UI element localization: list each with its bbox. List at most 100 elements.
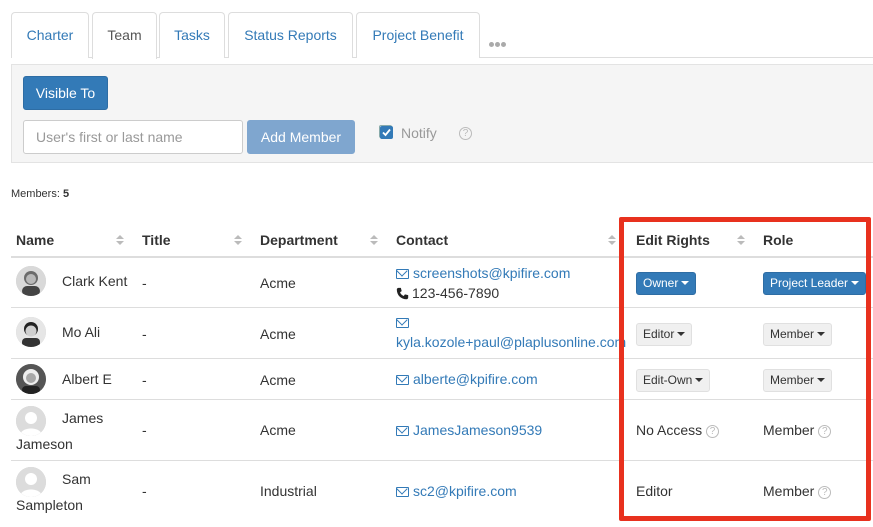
edit-rights-value: Edit-Own (643, 373, 693, 387)
sort-icon[interactable] (116, 235, 124, 245)
header-label: Contact (396, 232, 449, 248)
member-name-last: Jameson (16, 436, 73, 452)
email-text: sc2@kpifire.com (413, 483, 517, 499)
email-text: JamesJameson9539 (413, 422, 543, 438)
edit-rights-value: No Access ? (636, 422, 720, 438)
header-label: Name (16, 232, 55, 248)
phone-text: 123-456-7890 (412, 285, 500, 301)
header-label: Role (763, 232, 794, 248)
caret-down-icon (681, 281, 690, 285)
avatar (16, 266, 46, 296)
caret-down-icon (817, 378, 826, 382)
sort-icon[interactable] (737, 235, 745, 245)
role-dropdown[interactable]: Member (763, 323, 833, 346)
tab-bar: Charter Team Tasks Status Reports Projec… (11, 12, 873, 59)
edit-rights-dropdown[interactable]: Owner (636, 272, 697, 295)
header-label: Title (142, 232, 171, 248)
member-title: - (142, 483, 147, 499)
email-text: alberte@kpifire.com (413, 371, 538, 387)
table-row: Albert E - Acme alberte@kpifire.com Edit… (11, 359, 873, 400)
tab-charter[interactable]: Charter (11, 12, 89, 58)
tab-team[interactable]: Team (92, 12, 157, 59)
envelope-icon (396, 375, 409, 385)
members-count: Members: 5 (11, 188, 69, 200)
table-row: James Jameson - Acme JamesJameson9539 No… (11, 400, 873, 461)
tab-status-reports[interactable]: Status Reports (228, 12, 353, 58)
caret-down-icon (851, 281, 860, 285)
help-icon[interactable]: ? (706, 424, 720, 438)
notify-label: Notify (401, 125, 437, 141)
member-email-text[interactable]: kyla.kozole+paul@plaplusonline.com (396, 334, 626, 350)
member-department: Acme (260, 326, 296, 342)
sort-icon[interactable] (608, 235, 616, 245)
phone-icon (396, 287, 409, 300)
table-row: Sam Sampleton - Industrial sc2@kpifire.c… (11, 461, 873, 521)
column-header-edit-rights[interactable]: Edit Rights (631, 224, 753, 256)
envelope-icon (396, 269, 409, 279)
header-label: Edit Rights (636, 232, 710, 248)
member-name-first: James (62, 410, 104, 426)
tab-tasks[interactable]: Tasks (159, 12, 225, 58)
edit-rights-value: Editor (636, 483, 673, 499)
column-header-contact[interactable]: Contact (391, 224, 621, 256)
table-row: Clark Kent - Acme screenshots@kpifire.co… (11, 258, 873, 308)
notify-checkbox[interactable] (379, 125, 393, 139)
visible-to-button[interactable]: Visible To (23, 76, 108, 110)
member-email-link[interactable]: screenshots@kpifire.com (396, 265, 570, 281)
member-email-link[interactable]: alberte@kpifire.com (396, 371, 538, 387)
tab-project-benefit[interactable]: Project Benefit (356, 12, 480, 58)
envelope-icon (396, 426, 409, 436)
member-name: Mo Ali (62, 324, 101, 340)
help-icon[interactable]: ? (818, 424, 832, 438)
member-title: - (142, 422, 147, 438)
more-tabs-icon[interactable] (489, 34, 507, 50)
table-row: Mo Ali - Acme kyla.kozole+paul@plapluson… (11, 308, 873, 359)
edit-rights-value: Owner (643, 276, 679, 290)
member-title: - (142, 275, 147, 291)
caret-down-icon (817, 332, 826, 336)
sort-icon[interactable] (370, 235, 378, 245)
member-name-last: Sampleton (16, 497, 83, 513)
avatar (16, 406, 46, 436)
column-header-title[interactable]: Title (137, 224, 247, 256)
add-member-button[interactable]: Add Member (247, 120, 355, 154)
member-email-link[interactable]: JamesJameson9539 (396, 422, 542, 438)
member-name: Clark Kent (62, 273, 128, 289)
role-value: Project Leader (770, 276, 849, 290)
avatar (16, 364, 46, 394)
edit-rights-text: No Access (636, 422, 703, 438)
sort-icon[interactable] (234, 235, 242, 245)
column-header-name[interactable]: Name (11, 224, 131, 256)
help-icon[interactable]: ? (459, 127, 472, 140)
member-email-link[interactable] (396, 314, 413, 330)
role-value: Member ? (763, 422, 832, 438)
column-header-role: Role (758, 224, 868, 256)
email-text: screenshots@kpifire.com (413, 265, 571, 281)
edit-rights-dropdown[interactable]: Edit-Own (636, 369, 711, 392)
role-dropdown[interactable]: Project Leader (763, 272, 867, 295)
member-name-first: Sam (62, 471, 91, 487)
avatar (16, 467, 46, 497)
role-value: Member (770, 327, 815, 341)
role-dropdown[interactable]: Member (763, 369, 833, 392)
help-icon[interactable]: ? (818, 485, 832, 499)
user-search-input[interactable] (23, 120, 243, 154)
member-department: Acme (260, 275, 296, 291)
role-value: Member ? (763, 483, 832, 499)
member-department: Industrial (260, 483, 317, 499)
member-department: Acme (260, 422, 296, 438)
avatar (16, 317, 46, 347)
member-email-link[interactable]: sc2@kpifire.com (396, 483, 517, 499)
member-name: Albert E (62, 371, 112, 387)
members-label: Members: (11, 188, 60, 200)
role-text: Member (763, 422, 815, 438)
column-header-department[interactable]: Department (255, 224, 385, 256)
add-member-panel: Visible To Add Member Notify ? (11, 64, 873, 163)
edit-rights-dropdown[interactable]: Editor (636, 323, 693, 346)
caret-down-icon (677, 332, 686, 336)
role-text: Member (763, 483, 815, 499)
member-department: Acme (260, 372, 296, 388)
members-count-value: 5 (62, 188, 70, 200)
header-label: Department (260, 232, 338, 248)
envelope-icon (396, 318, 409, 328)
